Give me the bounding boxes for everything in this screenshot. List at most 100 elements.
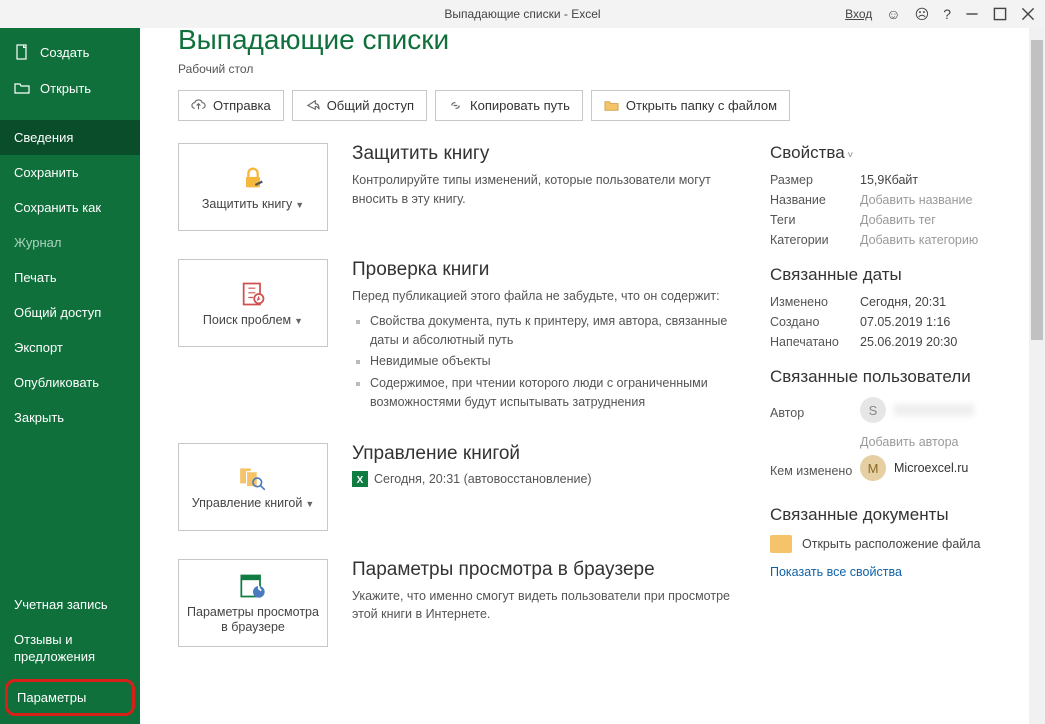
prop-value[interactable]: Добавить название xyxy=(860,193,972,207)
sidebar-item-print[interactable]: Печать xyxy=(0,260,140,295)
upload-icon xyxy=(191,98,206,113)
svg-text:X: X xyxy=(357,475,364,486)
prop-value: 15,9Кбайт xyxy=(860,173,918,187)
prop-value[interactable]: Добавить тег xyxy=(860,213,936,227)
show-all-properties-link[interactable]: Показать все свойства xyxy=(770,565,1015,579)
tile-label: Защитить книгу xyxy=(202,197,292,211)
dates-header: Связанные даты xyxy=(770,265,1015,285)
avatar: S xyxy=(860,397,886,423)
sidebar-item-save[interactable]: Сохранить xyxy=(0,155,140,190)
sidebar-item-close[interactable]: Закрыть xyxy=(0,400,140,435)
sidebar-item-publish[interactable]: Опубликовать xyxy=(0,365,140,400)
tile-label: Управление книгой xyxy=(192,496,303,510)
backstage-sidebar: Создать Открыть Сведения Сохранить Сохра… xyxy=(0,28,140,724)
help-icon[interactable]: ? xyxy=(943,6,951,22)
manage-tile[interactable]: Управление книгой▼ xyxy=(178,443,328,531)
sidebar-item-history: Журнал xyxy=(0,225,140,260)
prop-label: Кем изменено xyxy=(770,464,860,478)
sidebar-label: Журнал xyxy=(14,235,61,250)
smile-icon[interactable]: ☺ xyxy=(886,6,900,22)
upload-button[interactable]: Отправка xyxy=(178,90,284,121)
sidebar-label: Печать xyxy=(14,270,57,285)
section-text: Контролируйте типы изменений, которые по… xyxy=(352,171,742,209)
open-location-label: Открыть расположение файла xyxy=(802,537,981,551)
open-location-row[interactable]: Открыть расположение файла xyxy=(770,535,1015,553)
sidebar-item-open[interactable]: Открыть xyxy=(0,70,140,106)
chevron-down-icon: ▼ xyxy=(305,499,314,509)
folder-open-icon xyxy=(14,80,30,96)
browser-tile[interactable]: Параметры просмотра в браузере xyxy=(178,559,328,647)
page-subtitle: Рабочий стол xyxy=(178,62,1015,76)
close-icon[interactable] xyxy=(1021,7,1035,21)
sad-icon[interactable]: ☹ xyxy=(915,6,930,23)
prop-label: Название xyxy=(770,193,860,207)
section-title: Проверка книги xyxy=(352,259,742,281)
section-title: Защитить книгу xyxy=(352,143,742,165)
sidebar-item-export[interactable]: Экспорт xyxy=(0,330,140,365)
button-label: Открыть папку с файлом xyxy=(626,98,777,113)
link-icon xyxy=(448,98,463,113)
docs-header: Связанные документы xyxy=(770,505,1015,525)
prop-label: Размер xyxy=(770,173,860,187)
button-label: Общий доступ xyxy=(327,98,414,113)
properties-panel: Свойства ˅ Размер15,9Кбайт НазваниеДобав… xyxy=(770,143,1015,647)
prop-label: Категории xyxy=(770,233,860,247)
tile-label: Поиск проблем xyxy=(203,313,291,327)
open-folder-button[interactable]: Открыть папку с файлом xyxy=(591,90,790,121)
folder-icon xyxy=(604,98,619,113)
sidebar-label: Сведения xyxy=(14,130,73,145)
sidebar-label: Сохранить как xyxy=(14,200,101,215)
minimize-icon[interactable] xyxy=(965,7,979,21)
prop-value[interactable]: Добавить категорию xyxy=(860,233,978,247)
scrollbar[interactable] xyxy=(1029,28,1045,724)
inspect-tile[interactable]: Поиск проблем▼ xyxy=(178,259,328,347)
sidebar-item-create[interactable]: Создать xyxy=(0,34,140,70)
list-item: Свойства документа, путь к принтеру, имя… xyxy=(370,312,742,350)
maximize-icon[interactable] xyxy=(993,7,1007,21)
share-button[interactable]: Общий доступ xyxy=(292,90,427,121)
sidebar-label: Опубликовать xyxy=(14,375,99,390)
add-author[interactable]: Добавить автора xyxy=(860,435,958,449)
sidebar-item-save-as[interactable]: Сохранить как xyxy=(0,190,140,225)
sidebar-label: Создать xyxy=(40,45,89,60)
sidebar-item-account[interactable]: Учетная запись xyxy=(0,587,140,622)
chevron-down-icon: ▼ xyxy=(294,316,303,326)
modified-by-row[interactable]: M Microexcel.ru xyxy=(860,455,968,481)
modified-by-name: Microexcel.ru xyxy=(894,461,968,475)
sidebar-label: Параметры xyxy=(17,690,86,705)
content-area: Выпадающие списки Рабочий стол Отправка … xyxy=(140,28,1045,724)
scrollbar-thumb[interactable] xyxy=(1031,40,1043,340)
sidebar-label: Общий доступ xyxy=(14,305,101,320)
browser-options-icon xyxy=(239,571,267,601)
section-text: Перед публикацией этого файла не забудьт… xyxy=(352,287,742,412)
sidebar-item-share[interactable]: Общий доступ xyxy=(0,295,140,330)
autorecover-entry[interactable]: X Сегодня, 20:31 (автовосстановление) xyxy=(352,471,742,487)
excel-file-icon: X xyxy=(352,471,368,487)
prop-value: 07.05.2019 1:16 xyxy=(860,315,950,329)
prop-label: Теги xyxy=(770,213,860,227)
login-link[interactable]: Вход xyxy=(845,7,872,21)
button-label: Копировать путь xyxy=(470,98,570,113)
sidebar-label: предложения xyxy=(14,649,95,664)
autorecover-label: Сегодня, 20:31 (автовосстановление) xyxy=(374,472,592,486)
sidebar-item-info[interactable]: Сведения xyxy=(0,120,140,155)
sidebar-item-options[interactable]: Параметры xyxy=(5,679,135,716)
sidebar-item-feedback[interactable]: Отзывы и предложения xyxy=(0,622,140,676)
author-name-redacted xyxy=(894,404,974,416)
sidebar-label: Открыть xyxy=(40,81,91,96)
lock-icon xyxy=(239,163,267,193)
manage-icon xyxy=(238,462,268,492)
list-item: Содержимое, при чтении которого люди с о… xyxy=(370,374,742,412)
protect-tile[interactable]: Защитить книгу▼ xyxy=(178,143,328,231)
users-header: Связанные пользователи xyxy=(770,367,1015,387)
sidebar-label: Сохранить xyxy=(14,165,79,180)
list-item: Невидимые объекты xyxy=(370,352,742,371)
share-icon xyxy=(305,98,320,113)
properties-header[interactable]: Свойства ˅ xyxy=(770,143,1015,163)
avatar: M xyxy=(860,455,886,481)
author-row[interactable]: S xyxy=(860,397,974,423)
prop-value: Сегодня, 20:31 xyxy=(860,295,946,309)
inspect-icon xyxy=(239,279,267,309)
sidebar-label: Учетная запись xyxy=(14,597,108,612)
copy-path-button[interactable]: Копировать путь xyxy=(435,90,583,121)
